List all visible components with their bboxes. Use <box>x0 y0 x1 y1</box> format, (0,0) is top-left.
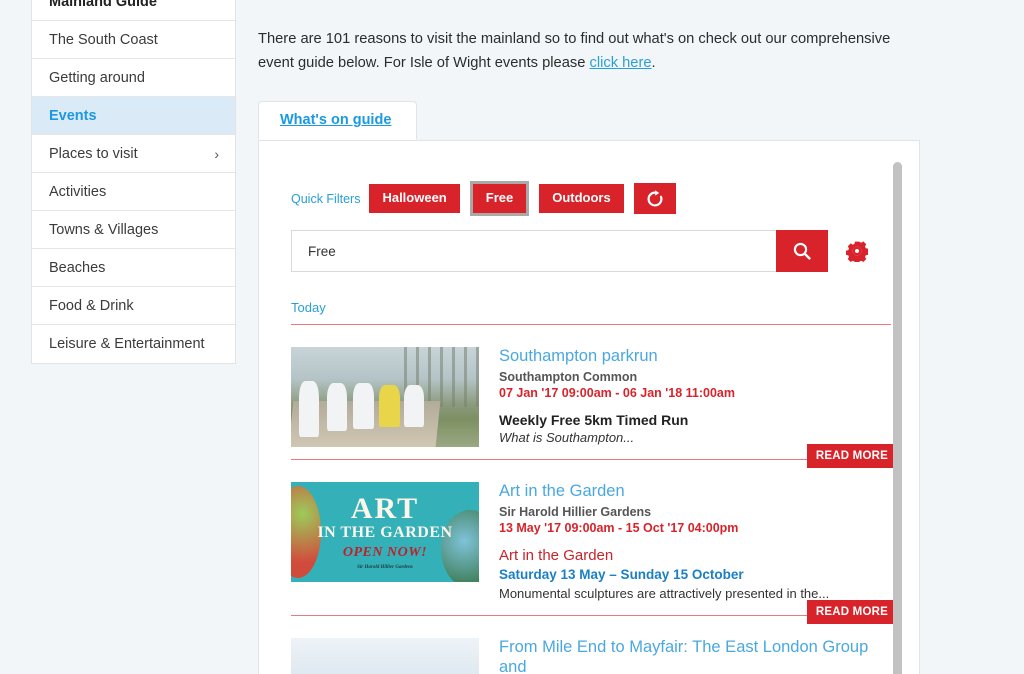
poster-blob-right <box>441 510 479 582</box>
runner-shape <box>379 385 400 427</box>
event-venue: Southampton Common <box>499 370 891 384</box>
misty-landscape-photo-icon <box>291 638 479 674</box>
event-description: What is Southampton... <box>499 430 891 445</box>
whats-on-panel: Quick Filters Halloween Free Outdoors <box>258 141 920 674</box>
sidebar-item-getting-around[interactable]: Getting around <box>32 59 235 97</box>
event-body: Southampton parkrun Southampton Common 0… <box>499 347 891 449</box>
tab-bar: What's on guide <box>258 99 920 141</box>
art-in-the-garden-poster-icon: ART IN THE GARDEN OPEN NOW! Sir Harold H… <box>291 482 479 582</box>
read-more-button[interactable]: READ MORE <box>807 600 897 624</box>
search-input[interactable] <box>306 243 762 260</box>
page-root: Mainland Guide The South Coast Getting a… <box>0 0 1024 674</box>
sidebar-item-label: Towns & Villages <box>49 222 158 238</box>
sidebar-item-label: Leisure & Entertainment <box>49 336 205 352</box>
sidebar-nav: Mainland Guide The South Coast Getting a… <box>31 0 236 364</box>
main-content: There are 101 reasons to visit the mainl… <box>258 0 920 674</box>
event-title-link[interactable]: Art in the Garden <box>499 482 891 502</box>
runner-shape <box>353 383 374 429</box>
quick-filters-row: Quick Filters Halloween Free Outdoors <box>291 183 891 214</box>
sidebar-item-label: Food & Drink <box>49 298 134 314</box>
panel-scrollbar[interactable] <box>893 162 902 674</box>
sidebar-item-label: Mainland Guide <box>49 0 157 10</box>
refresh-filters-button[interactable] <box>634 183 676 214</box>
gear-icon <box>846 240 868 262</box>
event-thumbnail[interactable] <box>291 638 479 674</box>
event-venue: Sir Harold Hillier Gardens <box>499 505 891 519</box>
event-title-link[interactable]: Southampton parkrun <box>499 347 891 367</box>
event-description: Monumental sculptures are attractively p… <box>499 586 891 601</box>
filter-chip-free[interactable]: Free <box>473 184 526 213</box>
event-thumbnail[interactable]: ART IN THE GARDEN OPEN NOW! Sir Harold H… <box>291 482 479 582</box>
sidebar-item-label: Events <box>49 108 97 124</box>
intro-paragraph: There are 101 reasons to visit the mainl… <box>258 15 898 76</box>
filter-chip-halloween[interactable]: Halloween <box>369 184 459 213</box>
panel-inner: Quick Filters Halloween Free Outdoors <box>259 141 919 674</box>
event-dates: 07 Jan '17 09:00am - 06 Jan '18 11:00am <box>499 386 891 400</box>
event-title-link[interactable]: From Mile End to Mayfair: The East Londo… <box>499 638 891 674</box>
event-list-item: Southampton parkrun Southampton Common 0… <box>291 325 891 460</box>
quick-filters-label: Quick Filters <box>291 192 360 206</box>
search-box <box>291 230 776 272</box>
refresh-icon <box>645 189 665 209</box>
poster-line-2: IN THE GARDEN <box>317 525 452 541</box>
search-button[interactable] <box>776 230 828 272</box>
runner-shape <box>327 383 348 431</box>
results-section-heading: Today <box>291 300 891 325</box>
event-headline: Art in the Garden <box>499 547 891 564</box>
sidebar-item-label: Places to visit <box>49 146 138 162</box>
sidebar-item-label: Beaches <box>49 260 105 276</box>
event-body: From Mile End to Mayfair: The East Londo… <box>499 638 891 674</box>
event-subline: Saturday 13 May – Sunday 15 October <box>499 567 891 582</box>
runner-shape <box>299 381 320 437</box>
intro-text-after: . <box>652 55 656 71</box>
sidebar-item-food-and-drink[interactable]: Food & Drink <box>32 287 235 325</box>
event-list-item: From Mile End to Mayfair: The East Londo… <box>291 616 891 674</box>
sidebar-item-towns-and-villages[interactable]: Towns & Villages <box>32 211 235 249</box>
poster-line-4: Sir Harold Hillier Gardens <box>357 565 413 570</box>
tab-whats-on-guide[interactable]: What's on guide <box>258 101 417 140</box>
event-list-item: ART IN THE GARDEN OPEN NOW! Sir Harold H… <box>291 460 891 616</box>
poster-line-1: ART <box>351 494 419 524</box>
runner-shape <box>404 385 425 427</box>
sidebar-item-leisure-and-entertainment[interactable]: Leisure & Entertainment <box>32 325 235 363</box>
chevron-right-icon: › <box>214 147 219 161</box>
sidebar-item-the-south-coast[interactable]: The South Coast <box>32 21 235 59</box>
sidebar-item-mainland-guide[interactable]: Mainland Guide <box>32 0 235 21</box>
search-settings-button[interactable] <box>846 240 868 262</box>
event-thumbnail[interactable] <box>291 347 479 447</box>
sidebar-item-activities[interactable]: Activities <box>32 173 235 211</box>
search-row <box>291 230 891 272</box>
filter-chip-outdoors[interactable]: Outdoors <box>539 184 624 213</box>
sidebar-item-beaches[interactable]: Beaches <box>32 249 235 287</box>
sidebar-item-label: Getting around <box>49 70 145 86</box>
event-dates: 13 May '17 09:00am - 15 Oct '17 04:00pm <box>499 521 891 535</box>
search-icon <box>792 241 812 261</box>
event-headline: Weekly Free 5km Timed Run <box>499 412 891 428</box>
parkrun-photo-icon <box>291 347 479 447</box>
event-body: Art in the Garden Sir Harold Hillier Gar… <box>499 482 891 605</box>
poster-line-3: OPEN NOW! <box>343 546 427 560</box>
scrollbar-thumb[interactable] <box>893 162 902 674</box>
read-more-button[interactable]: READ MORE <box>807 444 897 468</box>
sidebar-item-places-to-visit[interactable]: Places to visit › <box>32 135 235 173</box>
intro-text-before: There are 101 reasons to visit the mainl… <box>258 31 890 71</box>
sidebar-item-events[interactable]: Events <box>32 97 235 135</box>
sidebar-item-label: Activities <box>49 184 106 200</box>
sidebar-item-label: The South Coast <box>49 32 158 48</box>
click-here-link[interactable]: click here <box>589 55 651 71</box>
